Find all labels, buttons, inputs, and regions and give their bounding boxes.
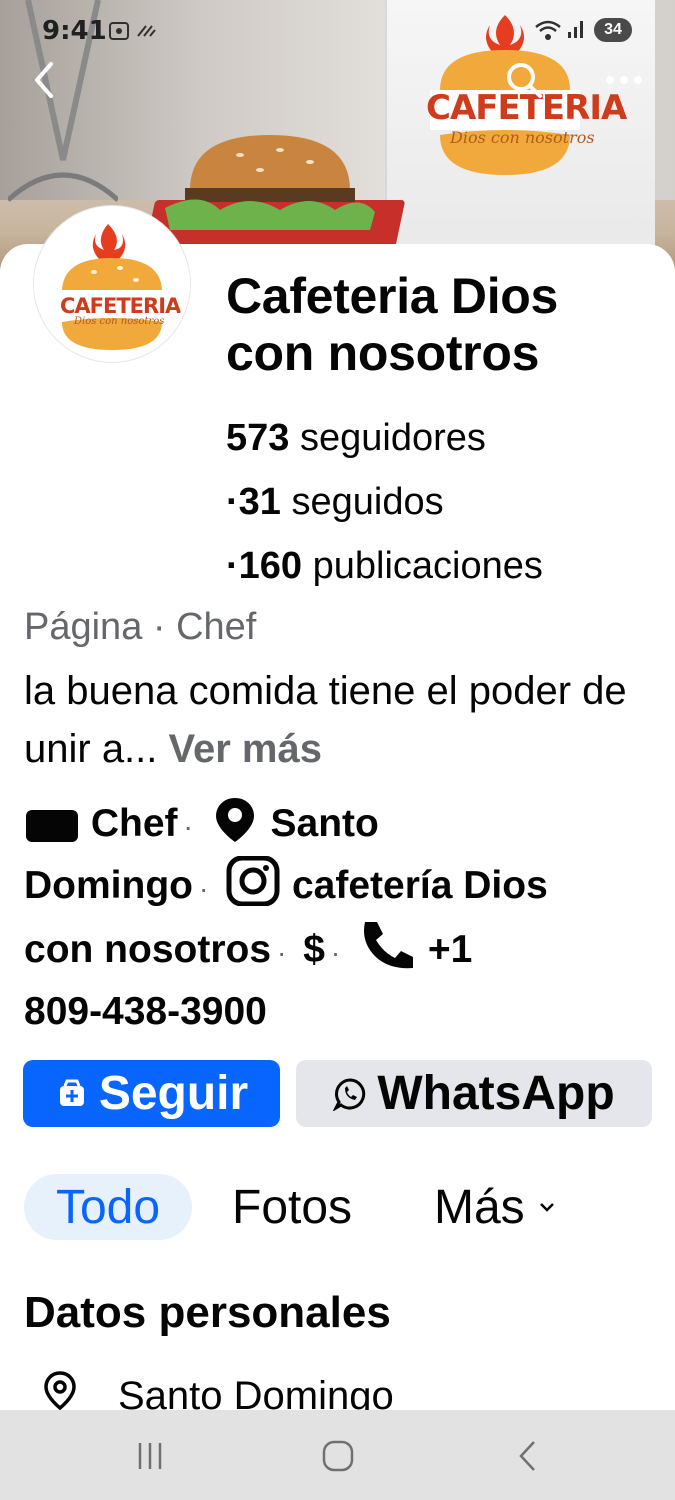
home-icon (322, 1440, 354, 1472)
back-icon (519, 1441, 535, 1471)
location-pin-icon (215, 798, 254, 842)
posts-label: publicaciones (312, 545, 543, 587)
back-button[interactable] (14, 50, 74, 110)
battery-indicator: 34 (594, 18, 632, 42)
burger-image (165, 135, 375, 230)
following-label: seguidos (291, 481, 444, 523)
signal-icon (568, 21, 583, 38)
tab-todo[interactable]: Todo (24, 1174, 192, 1240)
separator-dot: · (277, 937, 287, 968)
search-icon (507, 63, 542, 98)
screenshot-icon (109, 22, 129, 40)
location-pin-outline-icon (44, 1371, 76, 1410)
stat-separator: · (226, 481, 239, 523)
separator-dot: · (198, 873, 209, 904)
follow-button[interactable]: Seguir (23, 1060, 280, 1127)
search-button[interactable] (494, 50, 554, 110)
about-section-title: Datos personales (24, 1288, 391, 1337)
following-stat[interactable]: ·31 seguidos (226, 480, 444, 524)
status-bar: 9:41 34 (0, 0, 675, 58)
more-options-icon (606, 76, 642, 84)
whatsapp-icon (333, 1077, 366, 1111)
follow-label: Seguir (98, 1067, 249, 1120)
recent-apps-icon (138, 1443, 162, 1469)
about-location-row[interactable]: Santo Domingo (40, 1370, 394, 1410)
whatsapp-label: WhatsApp (377, 1067, 615, 1120)
detail-price: $ (303, 928, 325, 971)
page-title: Cafeteria Dios con nosotros (226, 268, 559, 381)
back-arrow-icon (35, 62, 53, 98)
page-category: Página · Chef (24, 606, 257, 648)
whatsapp-button[interactable]: WhatsApp (296, 1060, 652, 1127)
followers-label: seguidores (299, 417, 486, 459)
status-time: 9:41 (42, 16, 107, 46)
followers-stat[interactable]: 573 seguidores (226, 416, 486, 460)
posts-stat[interactable]: ·160 publicaciones (226, 544, 543, 588)
more-options-button[interactable] (594, 50, 654, 110)
tab-fotos[interactable]: Fotos (232, 1174, 352, 1240)
box-logo-tagline: Dios con nosotros (450, 128, 595, 147)
call-icon (137, 25, 156, 37)
phone-icon (364, 922, 414, 969)
see-more-link[interactable]: Ver más (169, 727, 322, 771)
home-button[interactable] (308, 1428, 368, 1484)
stat-separator: · (226, 545, 239, 587)
recent-apps-button[interactable] (120, 1428, 180, 1484)
avatar-logo-tagline: Dios con nosotros (74, 316, 165, 327)
page-details: Chef · Santo Domingo · cafetería Dios con no… (24, 794, 664, 1041)
chevron-down-icon (539, 1203, 554, 1212)
separator-dot: · (183, 811, 193, 842)
follow-icon (59, 1079, 84, 1106)
profile-avatar[interactable]: CAFETERIA Dios con nosotros (34, 206, 190, 362)
back-nav-button[interactable] (498, 1428, 558, 1484)
wifi-icon (535, 20, 561, 40)
followers-count: 573 (226, 417, 290, 459)
instagram-icon (226, 855, 280, 907)
clapperboard-icon (26, 804, 78, 842)
following-count: 31 (238, 481, 281, 523)
about-location-text: Santo Domingo (118, 1374, 394, 1410)
system-nav-bar (0, 1410, 675, 1500)
avatar-logo (58, 224, 166, 350)
avatar-logo-text: CAFETERIA (60, 294, 181, 318)
separator-dot: · (330, 937, 341, 968)
posts-count: 160 (238, 545, 303, 587)
page-bio: la buena comida tiene el poder de unir a… (24, 662, 654, 778)
detail-category: Chef (90, 802, 178, 845)
bio-text: la buena comida tiene el poder de unir a… (24, 669, 627, 771)
tab-mas[interactable]: Más (434, 1174, 555, 1240)
